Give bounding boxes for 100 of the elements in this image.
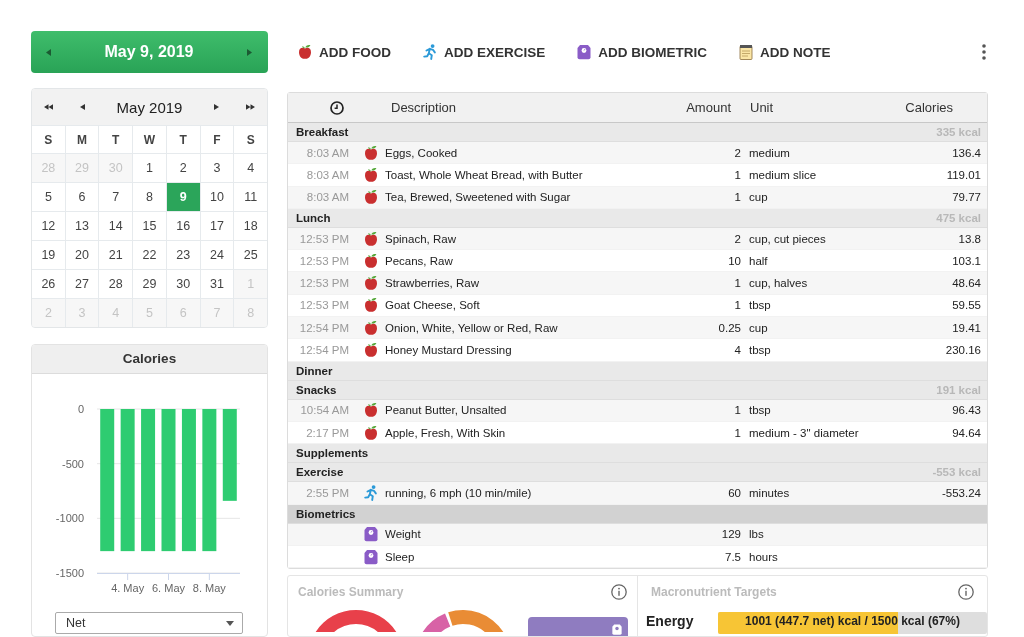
column-header[interactable]: Description bbox=[381, 100, 457, 115]
entry-row[interactable]: 12:53 PM Spinach, Raw 2 cup, cut pieces 13.8 bbox=[288, 227, 987, 251]
section-title: Lunch bbox=[296, 211, 331, 224]
entry-unit: hours bbox=[749, 550, 778, 563]
action-button[interactable]: ADD EXERCISE bbox=[423, 44, 546, 60]
entry-calories: 94.64 bbox=[952, 426, 981, 439]
entry-calories: 79.77 bbox=[952, 191, 981, 204]
calendar-day[interactable]: 17 bbox=[200, 212, 234, 240]
calendar-day[interactable]: 13 bbox=[65, 212, 99, 240]
entry-description: Pecans, Raw bbox=[385, 254, 453, 267]
calendar-day[interactable]: 22 bbox=[133, 241, 166, 269]
entry-row[interactable]: 8:03 AM Eggs, Cooked 2 medium 136.4 bbox=[288, 142, 987, 165]
calendar-day[interactable]: 28 bbox=[99, 270, 133, 298]
entry-calories: 13.8 bbox=[958, 232, 981, 245]
entry-description: running, 6 mph (10 min/mile) bbox=[385, 486, 532, 499]
calendar-day[interactable]: 16 bbox=[166, 212, 200, 240]
column-header[interactable]: Unit bbox=[750, 100, 774, 115]
apple-icon bbox=[364, 342, 378, 358]
entry-amount: 1 bbox=[734, 277, 741, 290]
entry-amount: 7.5 bbox=[725, 550, 741, 563]
calendar-day[interactable]: 24 bbox=[200, 241, 234, 269]
entry-amount: 129 bbox=[721, 528, 741, 541]
calendar-day[interactable]: 3 bbox=[200, 154, 234, 182]
notepad-icon bbox=[739, 44, 754, 60]
calendar-day[interactable]: 26 bbox=[32, 270, 65, 298]
apple-icon bbox=[364, 424, 378, 441]
entry-row[interactable]: 8:03 AM Tea, Brewed, Sweetened with Sugar 1 cup 79.77 bbox=[288, 186, 987, 209]
arrow-left-icon[interactable] bbox=[79, 104, 85, 110]
entry-time: 2:17 PM bbox=[306, 426, 349, 439]
info-icon[interactable] bbox=[611, 583, 627, 600]
chart-title: Calories bbox=[32, 345, 267, 374]
entry-unit: cup, cut pieces bbox=[749, 232, 826, 245]
entry-amount: 1 bbox=[734, 426, 741, 439]
calendar-day[interactable]: 18 bbox=[234, 212, 267, 240]
month-title[interactable]: May 2019 bbox=[116, 98, 183, 116]
calendar-day[interactable]: 27 bbox=[65, 270, 99, 298]
x-axis-label: 6. May bbox=[152, 582, 185, 594]
scale-icon bbox=[364, 548, 378, 565]
entry-unit: tbsp bbox=[749, 404, 771, 417]
entry-description: Sleep bbox=[385, 550, 415, 563]
entry-calories: 48.64 bbox=[952, 277, 981, 290]
calendar-day[interactable]: 1 bbox=[133, 154, 166, 182]
entry-time: 12:54 PM bbox=[299, 321, 349, 334]
calendar-day[interactable]: 8 bbox=[133, 183, 166, 211]
calendar-day[interactable]: 14 bbox=[99, 212, 133, 240]
calendar-day[interactable]: 12 bbox=[32, 212, 65, 240]
scale-icon bbox=[577, 44, 592, 60]
entry-unit: medium bbox=[749, 146, 790, 159]
entry-row[interactable]: 10:54 AM Peanut Butter, Unsalted 1 tbsp 96.43 bbox=[288, 399, 987, 422]
calendar-day[interactable]: 19 bbox=[32, 241, 65, 269]
double-arrow-right-icon[interactable] bbox=[245, 104, 255, 110]
section-title: Snacks bbox=[296, 383, 337, 396]
calendar-day[interactable]: 20 bbox=[65, 241, 99, 269]
apple-icon bbox=[364, 230, 378, 247]
calendar-day[interactable]: 2 bbox=[166, 154, 200, 182]
calendar-day[interactable]: 11 bbox=[234, 183, 267, 211]
section-header-row[interactable]: Supplements bbox=[288, 444, 987, 464]
entry-unit: half bbox=[749, 254, 768, 267]
apple-icon bbox=[364, 189, 378, 206]
calendar-day[interactable]: 23 bbox=[166, 241, 200, 269]
action-button[interactable]: ADD NOTE bbox=[739, 44, 831, 60]
calendar-day[interactable]: 10 bbox=[200, 183, 234, 211]
runner-icon bbox=[423, 44, 437, 60]
action-button[interactable]: ADD BIOMETRIC bbox=[577, 44, 708, 60]
panel-title: Macronutrient Targets bbox=[651, 584, 777, 599]
entry-row[interactable]: Weight 129 lbs bbox=[288, 523, 987, 546]
arrow-right-icon[interactable] bbox=[214, 104, 220, 110]
entry-time: 10:54 AM bbox=[300, 404, 349, 417]
calendar-day[interactable]: 7 bbox=[99, 183, 133, 211]
entry-calories: 119.01 bbox=[946, 168, 981, 181]
entry-row[interactable]: 2:55 PM running, 6 mph (10 min/mile) 60 minutes -553.24 bbox=[288, 482, 987, 505]
entry-time: 12:53 PM bbox=[299, 254, 349, 267]
progress-reading: 1001 (447.7 net) kcal / 1500 kcal (67%) bbox=[744, 614, 961, 629]
entry-time: 12:53 PM bbox=[299, 277, 349, 290]
entry-calories: -553.24 bbox=[942, 486, 981, 499]
y-axis-label: 0 bbox=[77, 403, 84, 415]
more-menu-icon[interactable] bbox=[982, 44, 986, 60]
section-title: Supplements bbox=[296, 447, 369, 460]
calendar-day[interactable]: 29 bbox=[133, 270, 166, 298]
calendar-day[interactable]: 25 bbox=[234, 241, 267, 269]
calendar-day[interactable]: 4 bbox=[234, 154, 267, 182]
view-dropdown[interactable]: Net bbox=[55, 612, 243, 634]
column-header[interactable]: Amount bbox=[686, 100, 731, 115]
calendar-day[interactable]: 6 bbox=[65, 183, 99, 211]
double-arrow-left-icon[interactable] bbox=[44, 104, 54, 110]
action-button[interactable]: ADD FOOD bbox=[298, 44, 391, 60]
calendar-day[interactable]: 21 bbox=[99, 241, 133, 269]
y-axis-label: -500 bbox=[61, 457, 84, 470]
column-header[interactable]: Calories bbox=[905, 100, 953, 115]
calendar-day[interactable]: 30 bbox=[166, 270, 200, 298]
entry-time: 12:53 PM bbox=[299, 232, 349, 245]
calendar-day[interactable]: 15 bbox=[133, 212, 166, 240]
calendar-day[interactable]: 31 bbox=[200, 270, 234, 298]
apple-icon bbox=[364, 297, 378, 314]
info-icon[interactable] bbox=[958, 583, 974, 600]
entry-row[interactable]: 12:53 PM Strawberries, Raw 1 cup, halves 48.64 bbox=[288, 272, 987, 295]
entry-row[interactable]: 12:54 PM Onion, White, Yellow or Red, Raw 0.25 cup 19.41 bbox=[288, 317, 987, 340]
calendar-day[interactable]: 5 bbox=[32, 183, 65, 211]
x-axis-label: 8. May bbox=[192, 582, 226, 594]
entry-unit: cup bbox=[749, 191, 768, 204]
